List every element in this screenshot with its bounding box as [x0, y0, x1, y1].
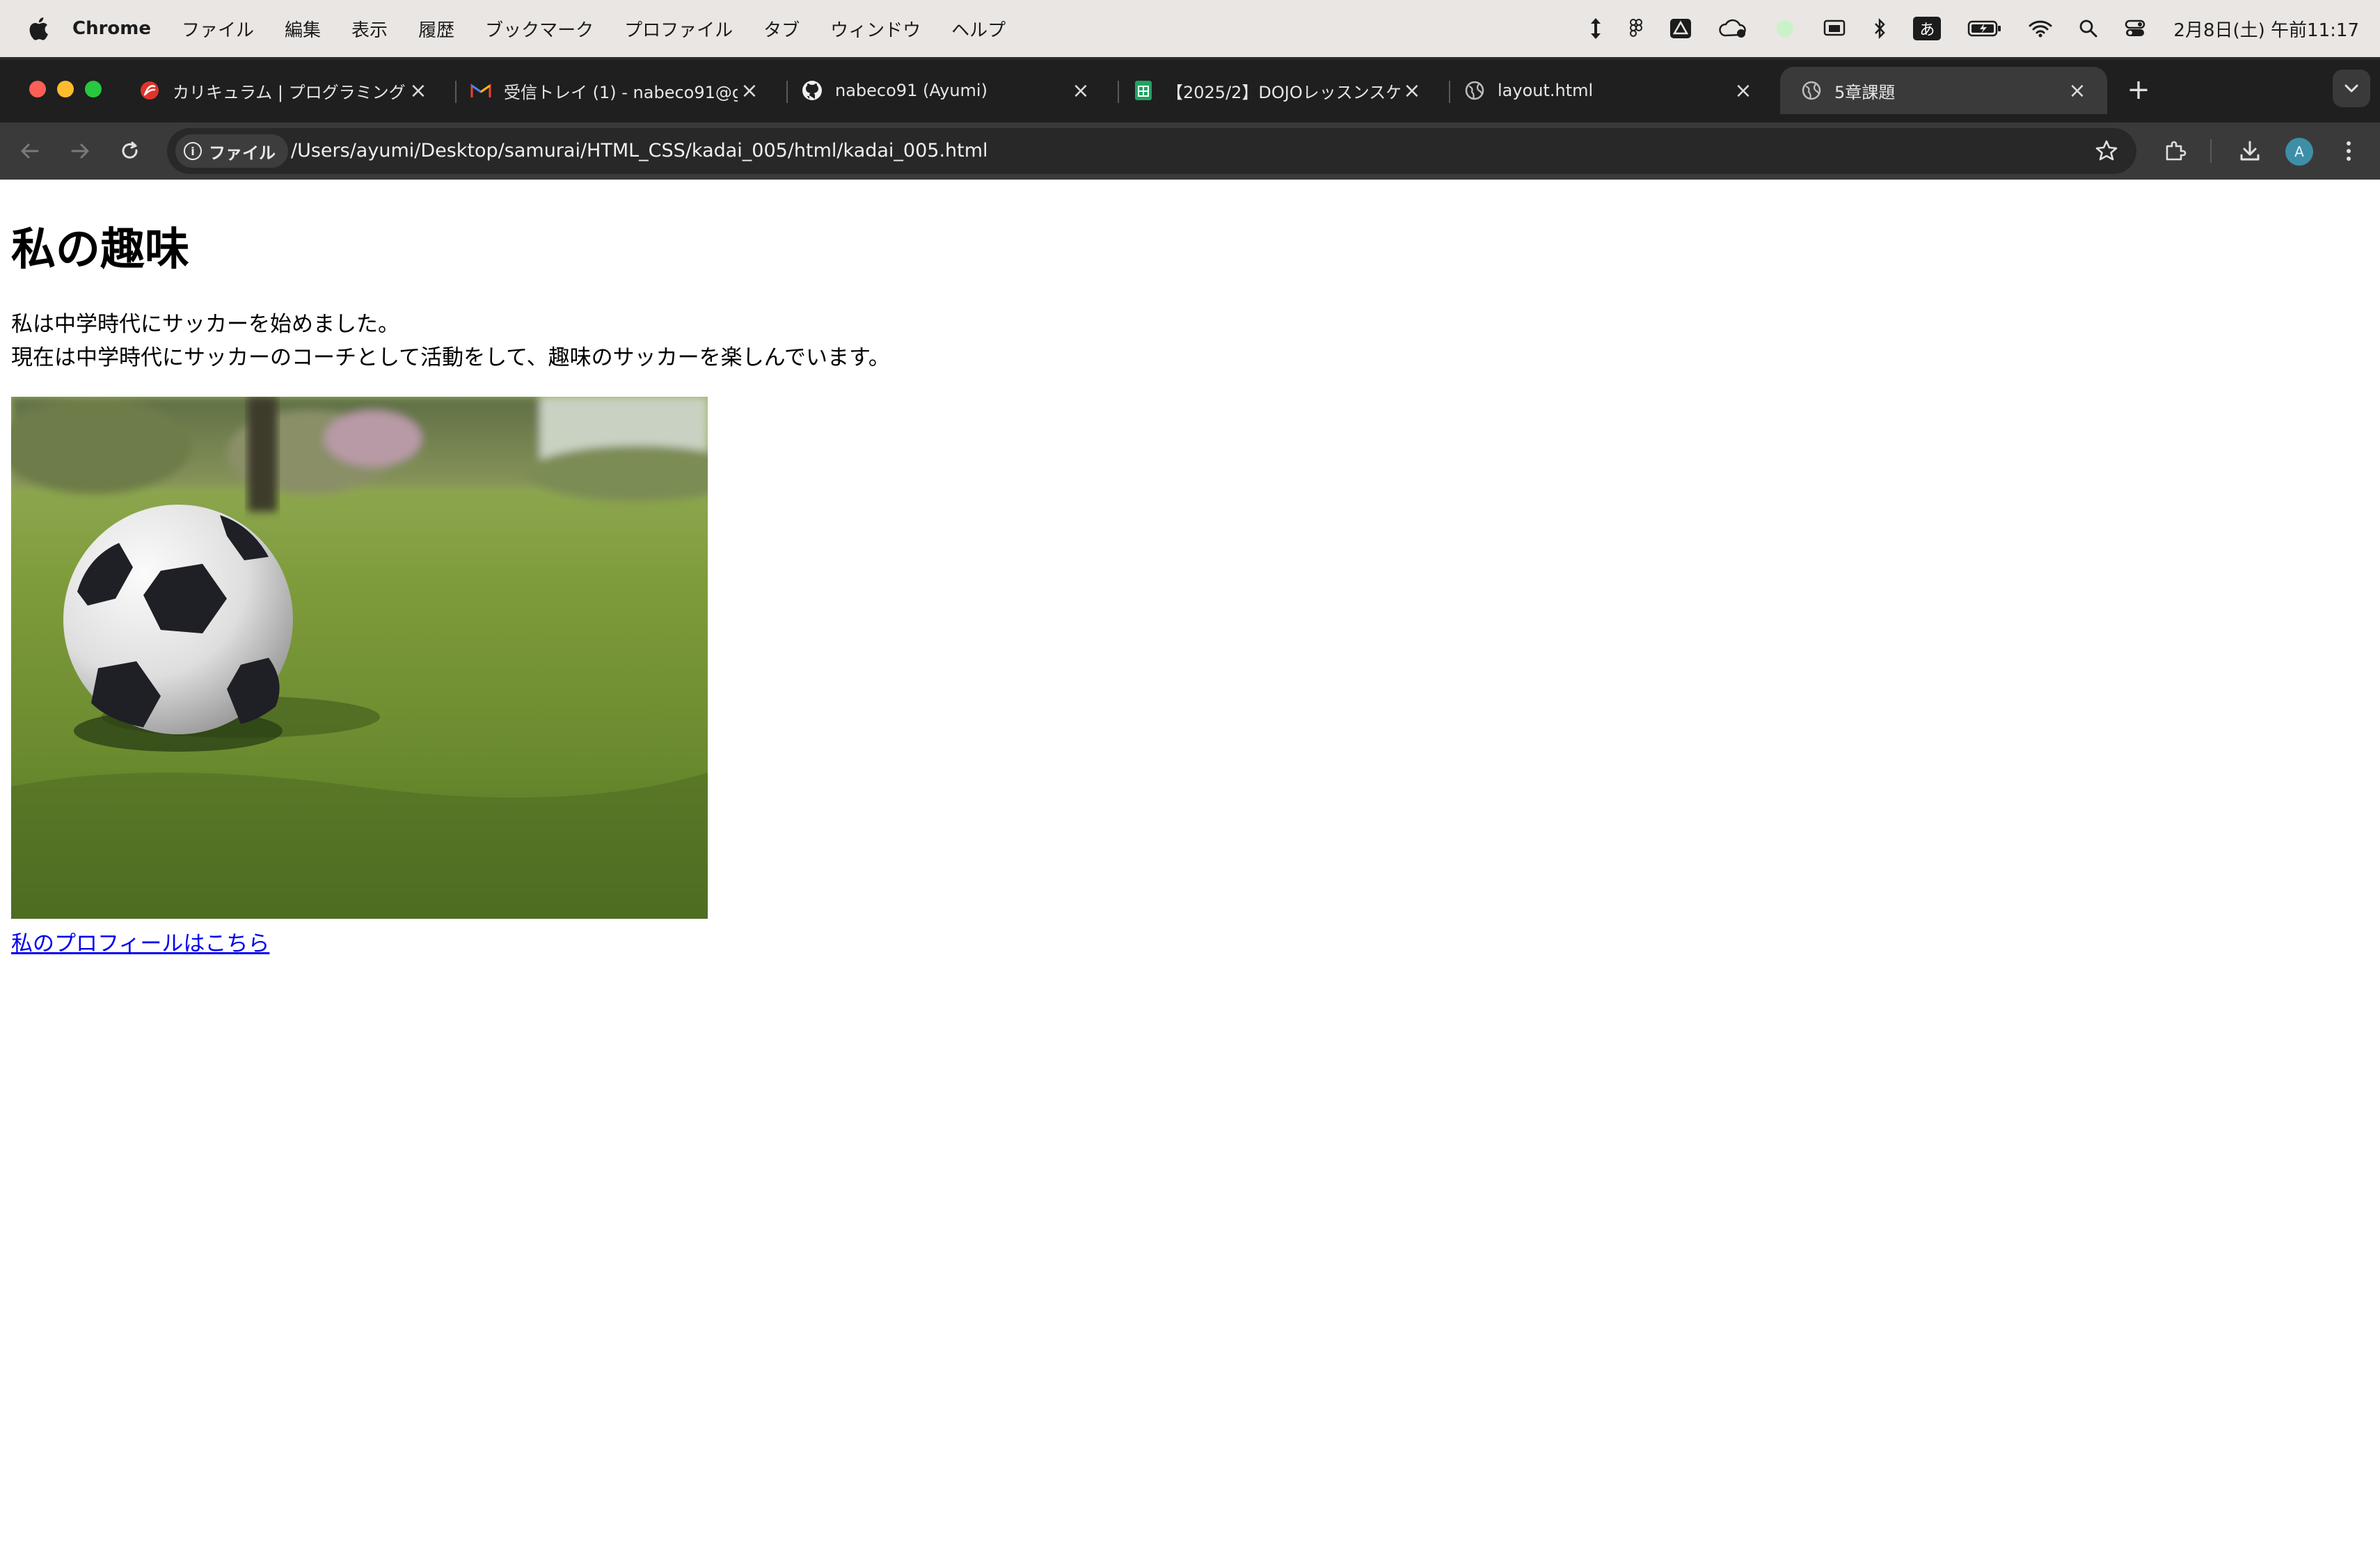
- tab-active-kadai[interactable]: 5章課題 ×: [1780, 67, 2107, 114]
- wifi-icon[interactable]: [2029, 19, 2052, 38]
- tab-curriculum[interactable]: カリキュラム | プログラミング学 ×: [118, 67, 448, 114]
- minimize-window-button[interactable]: [57, 81, 74, 97]
- close-tab-icon[interactable]: ×: [2065, 79, 2089, 103]
- tab-title: nabeco91 (Ayumi): [835, 81, 987, 100]
- tab-gmail[interactable]: 受信トレイ (1) - nabeco91@gm ×: [450, 67, 779, 114]
- sheets-icon: [1133, 80, 1154, 101]
- tab-strip: カリキュラム | プログラミング学 × 受信トレイ (1) - nabeco91…: [0, 60, 2380, 123]
- url-text[interactable]: /Users/ayumi/Desktop/samurai/HTML_CSS/ka…: [291, 128, 988, 174]
- menu-bookmarks[interactable]: ブックマーク: [485, 16, 594, 42]
- tab-github[interactable]: nabeco91 (Ayumi) ×: [781, 67, 1111, 114]
- tab-title: 【2025/2】DOJOレッスンスケ: [1166, 82, 1400, 102]
- page-content: 私の趣味 私は中学時代にサッカーを始めました。 現在は中学時代にサッカーのコーチ…: [11, 180, 2363, 957]
- close-window-button[interactable]: [29, 81, 46, 97]
- battery-icon[interactable]: [1967, 19, 2002, 38]
- new-tab-button[interactable]: +: [2121, 72, 2156, 107]
- status-area: あ 2月8日(土) 午前11:17: [1562, 0, 2359, 57]
- apple-icon[interactable]: [28, 17, 49, 40]
- tab-search-button[interactable]: [2333, 70, 2370, 107]
- intro-line-1: 私は中学時代にサッカーを始めました。: [11, 312, 399, 337]
- menu-history[interactable]: 履歴: [418, 16, 454, 42]
- profile-avatar[interactable]: A: [2285, 138, 2313, 166]
- tab-title: カリキュラム | プログラミング学: [173, 82, 406, 102]
- site-info-chip[interactable]: i ファイル: [175, 134, 288, 168]
- menu-help[interactable]: ヘルプ: [951, 16, 1006, 42]
- back-button[interactable]: [14, 135, 46, 167]
- menu-window[interactable]: ウィンドウ: [830, 16, 921, 42]
- toolbar-divider: [2210, 139, 2212, 163]
- profile-link[interactable]: 私のプロフィールはこちら: [11, 926, 269, 957]
- globe-icon: [1464, 80, 1485, 101]
- tab-sheets[interactable]: 【2025/2】DOJOレッスンスケ ×: [1112, 67, 1442, 114]
- intro-paragraph: 私は中学時代にサッカーを始めました。 現在は中学時代にサッカーのコーチとして活動…: [11, 308, 2363, 374]
- close-tab-icon[interactable]: ×: [1731, 79, 1755, 103]
- vertical-arrows-icon[interactable]: [1589, 17, 1603, 40]
- intro-line-2: 現在は中学時代にサッカーのコーチとして活動をして、趣味のサッカーを楽しんでいます…: [11, 345, 890, 370]
- bluetooth-icon[interactable]: [1873, 17, 1887, 40]
- control-center-icon[interactable]: [2125, 19, 2145, 38]
- forward-button[interactable]: [64, 135, 96, 167]
- menu-tab[interactable]: タブ: [763, 16, 800, 42]
- address-bar[interactable]: i ファイル /Users/ayumi/Desktop/samurai/HTML…: [167, 128, 2136, 174]
- tab-title: 5章課題: [1834, 82, 1896, 102]
- close-tab-icon[interactable]: ×: [738, 79, 761, 103]
- tab-title: 受信トレイ (1) - nabeco91@gm: [504, 82, 738, 102]
- tab-layout[interactable]: layout.html ×: [1443, 67, 1773, 114]
- browser-toolbar: i ファイル /Users/ayumi/Desktop/samurai/HTML…: [0, 123, 2380, 180]
- cloud-sync-icon[interactable]: [1718, 18, 1747, 39]
- github-icon: [802, 80, 823, 101]
- tab-title: layout.html: [1498, 81, 1594, 100]
- download-icon[interactable]: [2234, 135, 2266, 167]
- samurai-logo-icon: [139, 80, 160, 101]
- menu-file[interactable]: ファイル: [182, 16, 254, 42]
- green-status-icon[interactable]: [1774, 17, 1796, 40]
- drive-icon[interactable]: [1669, 18, 1692, 39]
- more-menu-icon[interactable]: [2333, 135, 2365, 167]
- soccer-ball-photo: [11, 397, 708, 919]
- site-info-label: ファイル: [209, 143, 276, 163]
- menu-profiles[interactable]: プロファイル: [624, 16, 733, 42]
- menubar-clock[interactable]: 2月8日(土) 午前11:17: [2173, 16, 2359, 42]
- gmail-icon: [470, 80, 491, 101]
- globe-icon: [1801, 80, 1822, 101]
- close-tab-icon[interactable]: ×: [406, 79, 430, 103]
- menu-view[interactable]: 表示: [351, 16, 388, 42]
- chevron-down-icon: [2345, 84, 2358, 93]
- menu-app-chrome[interactable]: Chrome: [72, 18, 151, 39]
- menu-edit[interactable]: 編集: [285, 16, 321, 42]
- reload-button[interactable]: [114, 135, 146, 167]
- spotlight-search-icon[interactable]: [2079, 19, 2098, 38]
- close-tab-icon[interactable]: ×: [1069, 79, 1093, 103]
- input-method-icon[interactable]: あ: [1913, 17, 1942, 40]
- close-tab-icon[interactable]: ×: [1400, 79, 1424, 103]
- reload-icon: [122, 141, 138, 159]
- screen-mirroring-icon[interactable]: [1823, 18, 1846, 39]
- zoom-window-button[interactable]: [85, 81, 102, 97]
- bookmark-star-icon[interactable]: [2093, 138, 2120, 164]
- info-icon: i: [184, 142, 202, 160]
- extensions-icon[interactable]: [2159, 135, 2191, 167]
- arrow-right-icon: [71, 143, 89, 159]
- page-heading: 私の趣味: [11, 224, 189, 276]
- figma-icon[interactable]: [1629, 18, 1643, 39]
- arrow-left-icon: [21, 143, 39, 159]
- menu-bar: Chrome ファイル 編集 表示 履歴 ブックマーク プロファイル タブ ウィ…: [0, 0, 2380, 57]
